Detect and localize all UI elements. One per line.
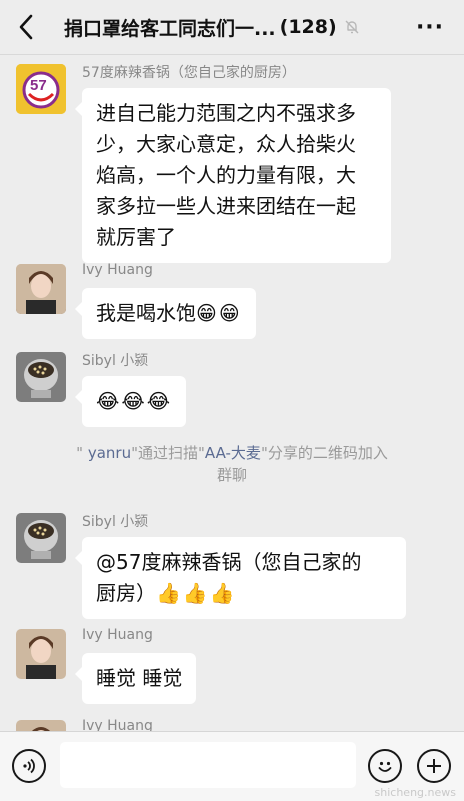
- sender-name: Ivy Huang: [82, 718, 153, 731]
- avatar[interactable]: 57: [16, 64, 66, 114]
- message-bubble[interactable]: 我是喝水饱😁😁: [75, 288, 256, 339]
- message-bubble[interactable]: @57度麻辣香锅（您自己家的 厨房）👍👍👍: [75, 537, 406, 619]
- notice-text-rest: "分享的二维码加入: [260, 444, 388, 462]
- message-bubble[interactable]: 睡觉 睡觉: [74, 653, 197, 704]
- more-functions-button[interactable]: [417, 749, 451, 783]
- message-line: 厨房）: [96, 581, 156, 605]
- member-count: (128): [279, 16, 337, 38]
- message-line: 家多拉一些人进来团结在一起: [96, 194, 356, 218]
- emoji-button[interactable]: [368, 749, 402, 783]
- avatar-logo-text: 57: [30, 77, 47, 94]
- input-toolbar: shicheng.news: [0, 731, 464, 801]
- user-link-yanru[interactable]: yanru: [83, 444, 131, 462]
- avatar[interactable]: [16, 513, 66, 563]
- emoji-tears-of-joy-icon: 😂😂😂: [96, 389, 173, 413]
- watermark: shicheng.news: [374, 786, 456, 799]
- message-text: 睡觉 睡觉: [96, 666, 183, 690]
- smiley-icon: [378, 761, 392, 772]
- message-line: 就厉害了: [96, 225, 176, 249]
- avatar[interactable]: [16, 720, 66, 731]
- voice-button[interactable]: [12, 749, 46, 783]
- sender-name: 57度麻辣香锅（您自己家的厨房）: [82, 65, 296, 81]
- chat-title: 捐口罩给客工同志们一...: [64, 17, 276, 40]
- message-line: 少，大家心意定，众人拾柴火: [96, 132, 356, 156]
- sender-name: Ivy Huang: [82, 627, 153, 643]
- chevron-left-icon: [19, 14, 33, 40]
- message-input[interactable]: [60, 742, 356, 788]
- more-options-button[interactable]: ···: [414, 14, 446, 40]
- message-bubble[interactable]: 😂😂😂: [74, 376, 187, 427]
- notice-line-2: 群聊: [216, 466, 247, 484]
- message-list[interactable]: 57 57度麻辣香锅（您自己家的厨房） 进自己能力范围之内不强求多 少，大家心意…: [0, 55, 464, 731]
- chat-title-area[interactable]: 捐口罩给客工同志们一... (128): [64, 0, 394, 54]
- notice-text: "通过扫描": [131, 444, 205, 462]
- message-bubble[interactable]: 进自己能力范围之内不强求多 少，大家心意定，众人拾柴火 焰高，一个人的力量有限，…: [75, 88, 391, 263]
- message-text: 我是喝水饱: [96, 301, 196, 325]
- bell-muted-icon: [343, 18, 361, 36]
- person-photo: [16, 720, 66, 731]
- chat-header: 捐口罩给客工同志们一... (128) ···: [0, 0, 464, 55]
- sender-name: Sibyl 小颍: [82, 353, 149, 369]
- person-photo: [16, 629, 66, 679]
- plus-icon: [427, 759, 441, 773]
- message-line: 进自己能力范围之内不强求多: [96, 101, 356, 125]
- crystal-ball-photo: [16, 352, 66, 402]
- message-line: @57度麻辣香锅（您自己家的: [96, 550, 362, 574]
- sender-name: Sibyl 小颍: [82, 514, 149, 530]
- message-line: 焰高，一个人的力量有限，大: [96, 163, 356, 187]
- system-notice: " yanru"通过扫描"AA-大麦"分享的二维码加入 群聊: [30, 442, 434, 486]
- avatar[interactable]: [16, 629, 66, 679]
- thumbs-up-icon: 👍👍👍: [156, 581, 237, 605]
- avatar[interactable]: [16, 264, 66, 314]
- avatar[interactable]: [16, 352, 66, 402]
- user-link-aa-damai[interactable]: AA-大麦: [205, 444, 261, 462]
- person-photo: [16, 264, 66, 314]
- back-button[interactable]: [12, 13, 40, 41]
- more-dots-label: ···: [415, 14, 445, 40]
- voice-icon: [23, 758, 35, 774]
- crystal-ball-photo: [16, 513, 66, 563]
- sender-name: Ivy Huang: [82, 262, 153, 278]
- emoji-grin-icon: 😁😁: [196, 301, 242, 325]
